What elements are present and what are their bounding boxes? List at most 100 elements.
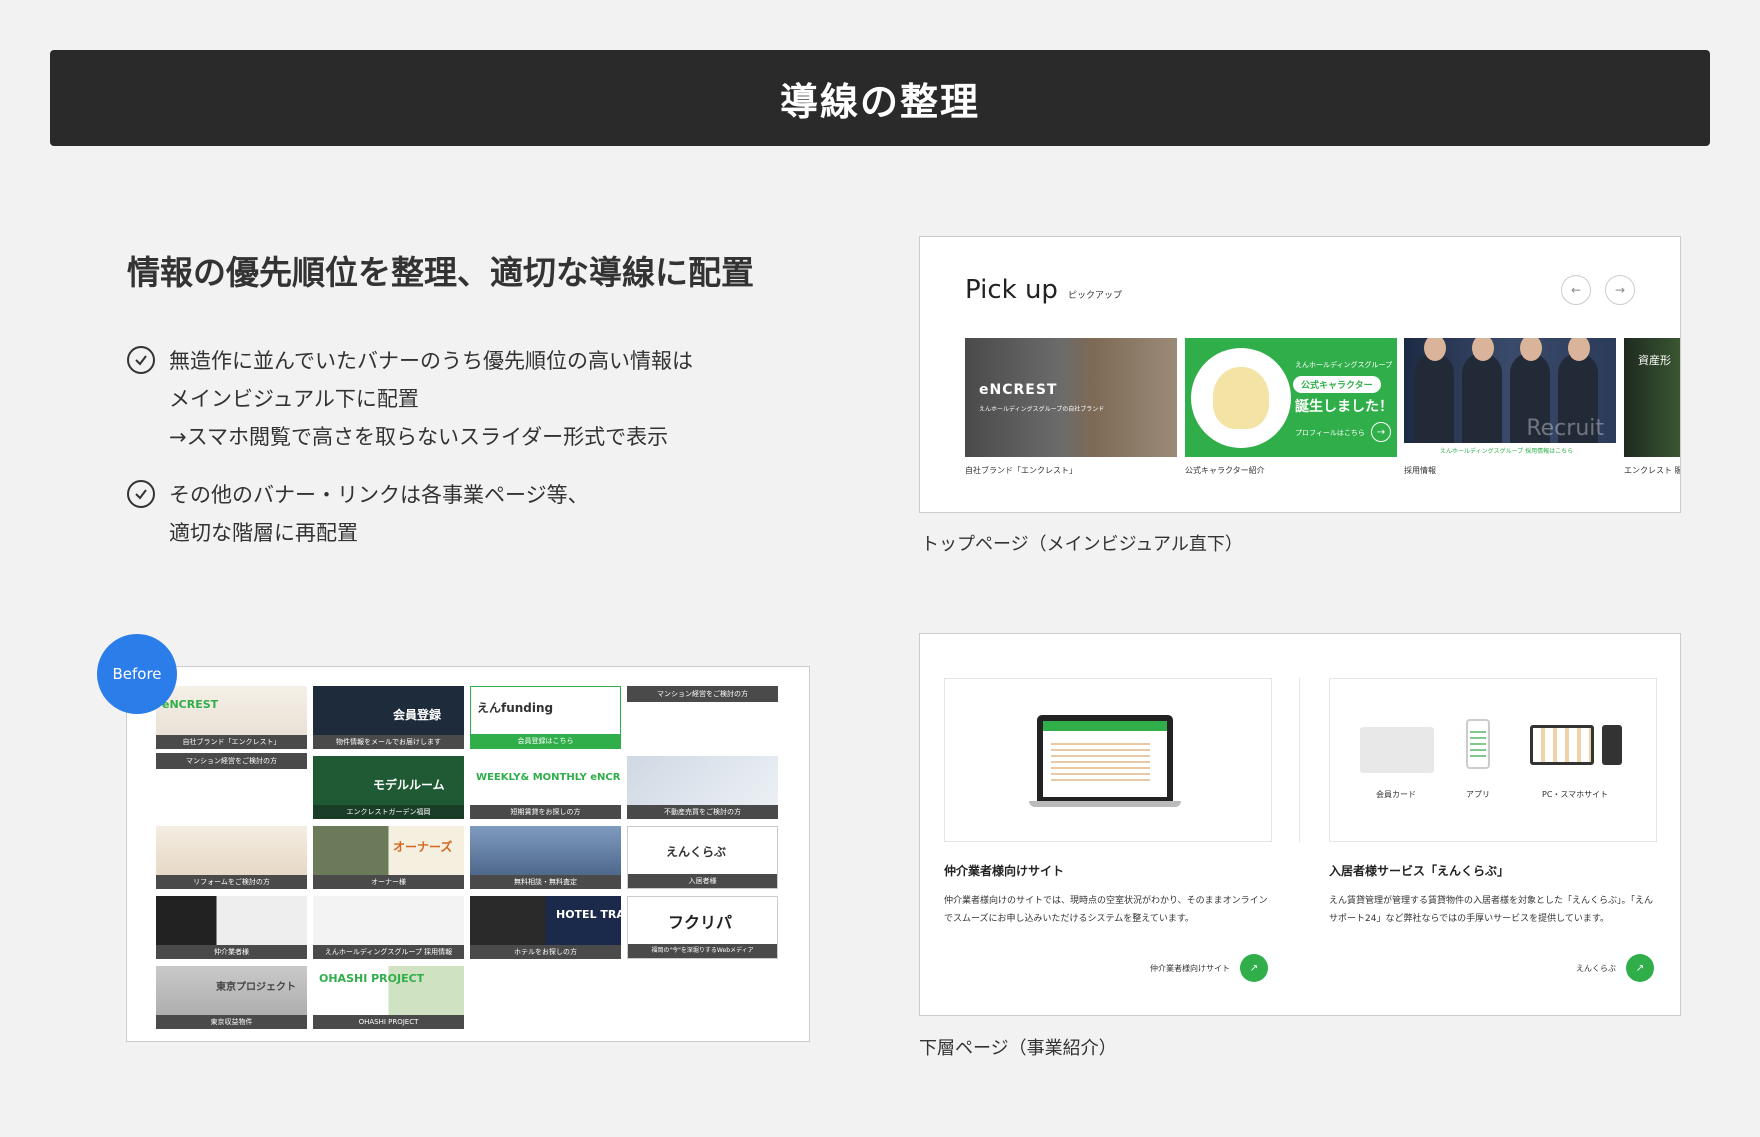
character-illustration [1191, 348, 1291, 448]
banner[interactable]: HOTEL TRAD ホテルをお探しの方 [470, 896, 621, 959]
banner-label: マンション経営をご検討の方 [627, 686, 778, 702]
banner-main: eNCREST [162, 698, 219, 711]
lower-panel-caption: 下層ページ（事業紹介） [919, 1038, 1117, 1059]
banner[interactable]: オーナーズ オーナー様 [313, 826, 464, 889]
banner[interactable]: モデルルーム エンクレストガーデン福岡 [313, 756, 464, 819]
point-line: 無造作に並んでいたバナーのうち優先順位の高い情報は [169, 349, 693, 373]
app-phone-illustration [1466, 719, 1490, 769]
point-list: 無造作に並んでいたバナーのうち優先順位の高い情報は メインビジュアル下に配置 →… [127, 342, 847, 572]
prev-arrow-button[interactable]: ← [1561, 275, 1591, 305]
check-circle-icon [127, 346, 155, 374]
banner[interactable]: 会員登録 物件情報をメールでお届けします [313, 686, 464, 749]
pickup-caption[interactable]: 公式キャラクター紹介 [1185, 465, 1265, 476]
banner[interactable]: マンション経営をご検討の方 [627, 686, 778, 702]
link-label: えんくらぶ [1576, 963, 1616, 973]
pickup-title: Pick up ピックアップ [965, 275, 1122, 305]
banner-label: 不動産売買をご検討の方 [627, 805, 778, 819]
point-line: →スマホ閲覧で高さを取らないスライダー形式で表示 [169, 425, 669, 449]
pickup-card-recruit[interactable]: Recruit えんホールディングスグループ 採用情報はこちら [1404, 338, 1616, 457]
banner-main: オーナーズ [393, 840, 453, 854]
link-label: 仲介業者様向けサイト [1150, 963, 1230, 973]
banner-label: リフォームをご検討の方 [156, 875, 307, 889]
broker-site-desc: 仲介業者様向けのサイトでは、現時点の空室状況がわかり、そのままオンラインでスムー… [944, 896, 1268, 924]
headline: 情報の優先順位を整理、適切な導線に配置 [127, 253, 754, 292]
banner-label: 仲介業者様 [156, 945, 307, 959]
pickup-card-asset[interactable]: 資産形 [1624, 338, 1680, 457]
banner-main: OHASHI PROJECT [319, 972, 425, 985]
asset-card-text: 資産形 [1638, 354, 1671, 367]
banner-label: エンクレストガーデン福岡 [313, 805, 464, 819]
broker-site-title: 仲介業者様向けサイト [944, 864, 1065, 878]
banner-label: 無料相談・無料査定 [470, 875, 621, 889]
banner-label: えんホールディングスグループ 採用情報 [313, 945, 464, 959]
divider [1299, 678, 1300, 842]
banner[interactable]: eNCREST 自社ブランド「エンクレスト」 [156, 686, 307, 749]
broker-site-link[interactable]: 仲介業者様向けサイト ↗ [1150, 954, 1268, 982]
point-line: 適切な階層に再配置 [169, 521, 358, 545]
point-line: メインビジュアル下に配置 [169, 387, 419, 411]
recruit-bar: えんホールディングスグループ 採用情報はこちら [1404, 443, 1616, 457]
banner[interactable]: えんくらぶ 入居者様 [627, 826, 778, 889]
banner-main: えんfunding [477, 701, 554, 715]
icon-label: アプリ [1466, 790, 1490, 799]
enclub-title: 入居者様サービス「えんくらぶ」 [1329, 864, 1510, 878]
banner[interactable]: リフォームをご検討の方 [156, 826, 307, 889]
pickup-card-character[interactable]: えんホールディングスグループ 公式キャラクター 誕生しました！ プロフィールはこ… [1185, 338, 1397, 457]
banner-main: モデルルーム [373, 778, 445, 792]
section-title: 導線の整理 [779, 79, 980, 124]
next-arrow-button[interactable]: → [1605, 275, 1635, 305]
banner[interactable]: えんfunding 会員登録はこちら [470, 686, 621, 749]
character-pill: 公式キャラクター [1293, 376, 1381, 393]
pickup-caption[interactable]: 自社ブランド「エンクレスト」 [965, 465, 1077, 476]
point-item: 無造作に並んでいたバナーのうち優先順位の高い情報は メインビジュアル下に配置 →… [127, 342, 847, 456]
before-badge: Before [97, 634, 177, 714]
banner-label: 会員登録はこちら [471, 734, 620, 748]
point-line: その他のバナー・リンクは各事業ページ等、 [169, 483, 589, 507]
icon-label: PC・スマホサイト [1542, 790, 1609, 799]
banner-label: ホテルをお探しの方 [470, 945, 621, 959]
encrest-logo: eNCREST [979, 382, 1058, 398]
pickup-panel-caption: トップページ（メインビジュアル直下） [921, 534, 1243, 555]
banner[interactable]: えんホールディングスグループ 採用情報 [313, 896, 464, 959]
banner-label: 福岡の"今"を深堀りするWebメディア [628, 944, 777, 958]
pickup-panel: Pick up ピックアップ ← → eNCREST えんホールディングスグループ… [919, 236, 1681, 513]
banner-main: 会員登録 [393, 708, 442, 722]
banner-label: 自社ブランド「エンクレスト」 [156, 735, 307, 749]
banner-label: 東京収益物件 [156, 1015, 307, 1029]
banner-main: 東京プロジェクト [216, 982, 296, 993]
banner[interactable]: 仲介業者様 [156, 896, 307, 959]
pickup-card-encrest[interactable]: eNCREST えんホールディングスグループの自社ブランド [965, 338, 1177, 457]
laptop-illustration [1037, 715, 1173, 801]
banner[interactable]: 不動産売買をご検討の方 [627, 756, 778, 819]
banner-main: WEEKLY& MONTHLY eNCREST [476, 772, 621, 783]
pickup-caption[interactable]: エンクレスト 販 [1624, 465, 1680, 476]
external-link-icon: ↗ [1626, 954, 1654, 982]
recruit-overlay-text: Recruit [1526, 416, 1604, 441]
encrest-sub: えんホールディングスグループの自社ブランド [979, 406, 1105, 413]
pickup-title-text: Pick up [965, 275, 1058, 305]
pc-illustration [1530, 725, 1594, 765]
banner[interactable]: マンション経営をご検討の方 [156, 753, 307, 769]
banner-main: えんくらぶ [666, 845, 727, 859]
banner[interactable]: フクリパ 福岡の"今"を深堀りするWebメディア [627, 896, 778, 959]
broker-site-image [944, 678, 1272, 842]
banner[interactable]: OHASHI PROJECT OHASHI PROJECT [313, 966, 464, 1029]
banner-label: 入居者様 [628, 874, 777, 888]
icon-label: 会員カード [1376, 790, 1416, 799]
banner-label: OHASHI PROJECT [313, 1015, 464, 1029]
before-panel: eNCREST 自社ブランド「エンクレスト」 会員登録 物件情報をメールでお届け… [126, 666, 810, 1042]
enclub-image: 会員カード アプリ PC・スマホサイト [1329, 678, 1657, 842]
banner[interactable]: WEEKLY& MONTHLY eNCREST 短期賃貸をお探しの方 [470, 756, 621, 819]
point-item: その他のバナー・リンクは各事業ページ等、 適切な階層に再配置 [127, 476, 847, 552]
enclub-link[interactable]: えんくらぶ ↗ [1576, 954, 1654, 982]
banner[interactable]: 東京プロジェクト 東京収益物件 [156, 966, 307, 1029]
banner-label: マンション経営をご検討の方 [156, 753, 307, 769]
arrow-right-icon: → [1371, 422, 1391, 442]
lower-page-panel: 会員カード アプリ PC・スマホサイト 仲介業者様向けサイト 仲介業者様向けのサ… [919, 633, 1681, 1016]
pickup-caption[interactable]: 採用情報 [1404, 465, 1436, 476]
member-card-illustration [1360, 727, 1434, 773]
banner[interactable]: 無料相談・無料査定 [470, 826, 621, 889]
smartphone-illustration [1602, 725, 1622, 765]
banner-label: オーナー様 [313, 875, 464, 889]
banner-main: HOTEL TRAD [556, 908, 621, 921]
